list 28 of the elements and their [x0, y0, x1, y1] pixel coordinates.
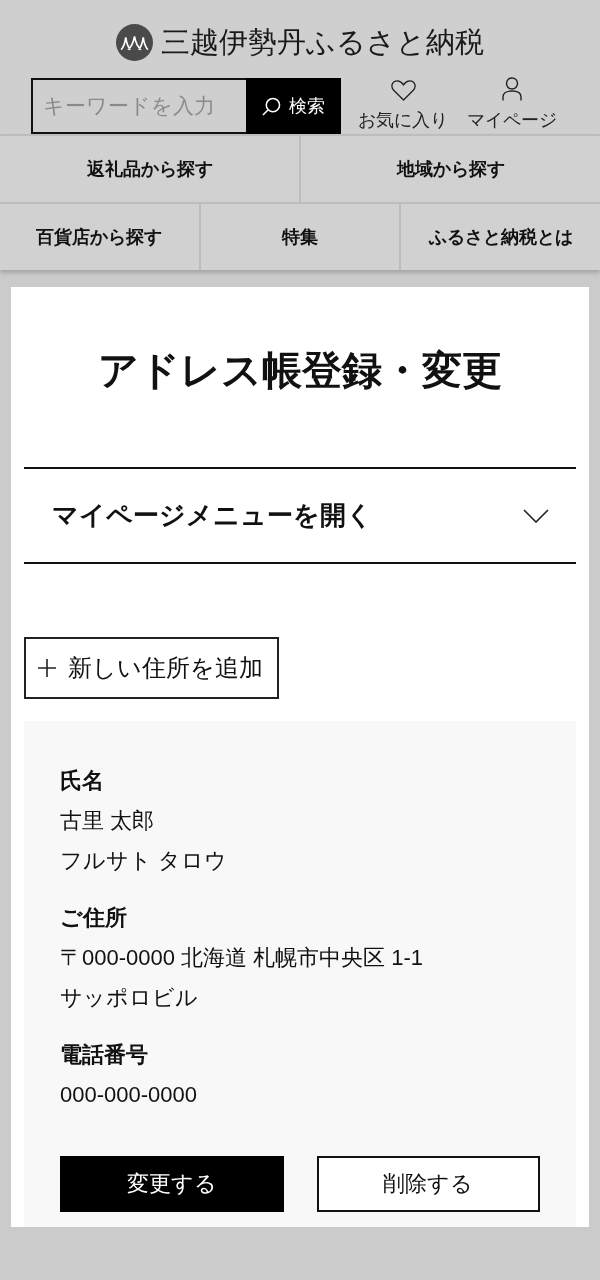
add-address-button[interactable]: 新しい住所を追加: [24, 637, 279, 699]
favorites-link[interactable]: お気に入り: [358, 78, 448, 134]
field-value: フルサト タロウ: [60, 847, 229, 875]
my-page-link[interactable]: マイページ: [467, 78, 557, 134]
person-icon: [502, 77, 522, 101]
nav-link[interactable]: 百貨店から探す: [0, 204, 201, 270]
logo-icon: [116, 23, 153, 61]
search-icon: [262, 96, 281, 116]
nav-link[interactable]: 返礼品から探す: [0, 136, 301, 202]
logo-text: 三越伊勢丹ふるさと納税: [161, 25, 484, 60]
delete-button[interactable]: 削除する: [316, 1156, 540, 1212]
field-value: 000-000-0000: [60, 1081, 198, 1109]
nav-link[interactable]: 地域から探す: [301, 136, 600, 202]
field-value: 古里 太郎: [60, 807, 156, 835]
field-label: ご住所: [60, 904, 128, 932]
page-title: アドレス帳登録・変更: [97, 347, 503, 394]
field-label: 氏名: [60, 767, 105, 795]
field-label: 電話番号: [60, 1041, 149, 1069]
field-value: サッポロビル: [60, 984, 199, 1012]
field-value: 〒000-0000 北海道 札幌市中央区 1-1: [60, 944, 425, 972]
search-field[interactable]: キーワードを入力: [31, 78, 246, 134]
nav-link[interactable]: 特集: [200, 204, 402, 270]
plus-icon: [38, 659, 56, 677]
nav-link[interactable]: ふるさと納税とは: [401, 204, 600, 270]
search-button[interactable]: 検索: [246, 78, 341, 134]
edit-button[interactable]: 変更する: [60, 1156, 284, 1212]
heart-icon: [390, 80, 416, 101]
mypage-menu-toggle[interactable]: マイページメニューを開く: [24, 467, 576, 564]
